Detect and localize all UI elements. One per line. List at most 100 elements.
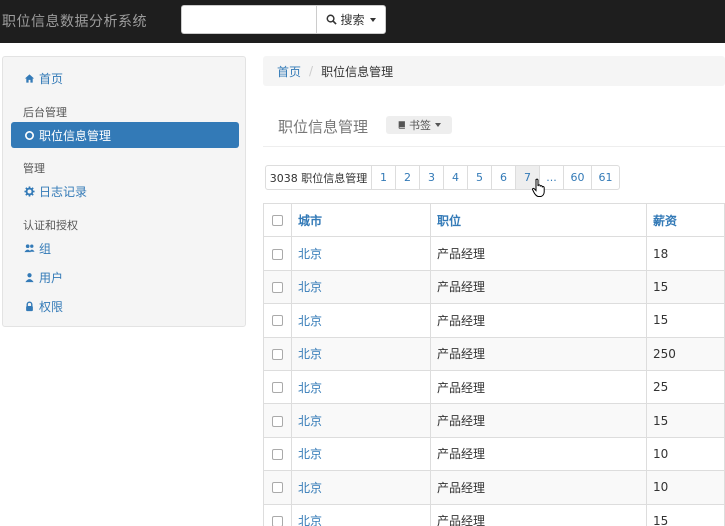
row-checkbox-cell: [263, 269, 292, 305]
user-icon: [23, 271, 35, 283]
page-link-60[interactable]: 60: [563, 166, 591, 189]
position-cell: 产品经理: [430, 369, 647, 405]
column-header-position[interactable]: 职位: [430, 202, 647, 238]
table-header-row: 城市 职位 薪资: [263, 202, 725, 238]
home-icon: [23, 72, 35, 84]
salary-cell: 10: [646, 470, 725, 505]
position-cell: 产品经理: [430, 269, 647, 305]
sidebar-item-label: 组: [39, 241, 52, 256]
lock-icon: [23, 300, 35, 312]
sidebar-item-label: 首页: [39, 71, 64, 86]
salary-cell: 25: [646, 369, 725, 405]
sidebar-item-groups[interactable]: 组: [11, 235, 239, 261]
sidebar-item-logs[interactable]: 日志记录: [11, 178, 239, 204]
app-title[interactable]: 职位信息数据分析系统: [2, 11, 147, 31]
sidebar: 首页 后台管理 职位信息管理 管理 日志记录 认证和授权 组 用户 权限: [2, 56, 246, 327]
table-row: 北京 产品经理 10: [263, 436, 725, 472]
sidebar-item-label: 用户: [39, 270, 64, 285]
result-count: 3038 职位信息管理: [269, 171, 368, 185]
divider: [263, 146, 725, 147]
position-cell: 产品经理: [430, 303, 647, 338]
search-button-label: 搜索: [340, 13, 365, 27]
salary-cell: 250: [646, 336, 725, 371]
city-cell[interactable]: 北京: [291, 236, 431, 271]
city-cell[interactable]: 北京: [291, 470, 431, 505]
row-checkbox[interactable]: [272, 281, 283, 293]
position-cell: 产品经理: [430, 336, 647, 371]
sidebar-section-header: 后台管理: [23, 106, 67, 119]
salary-cell: 15: [646, 503, 725, 526]
row-checkbox[interactable]: [272, 315, 283, 327]
sidebar-item-job-management[interactable]: 职位信息管理: [11, 122, 239, 148]
sidebar-item-permissions[interactable]: 权限: [11, 293, 239, 319]
row-checkbox-cell: [263, 403, 292, 438]
hand-cursor-icon: [531, 178, 545, 197]
salary-cell: 15: [646, 303, 725, 338]
row-checkbox[interactable]: [272, 482, 283, 494]
salary-cell: 18: [646, 236, 725, 271]
city-cell[interactable]: 北京: [291, 336, 431, 371]
city-cell[interactable]: 北京: [291, 303, 431, 338]
search-button[interactable]: 搜索: [316, 5, 386, 34]
top-navbar: 职位信息数据分析系统 搜索: [0, 0, 725, 43]
row-checkbox-cell: [263, 236, 292, 271]
page-link-2[interactable]: 2: [395, 166, 419, 189]
position-cell: 产品经理: [430, 470, 647, 505]
row-checkbox-cell: [263, 470, 292, 505]
row-checkbox[interactable]: [272, 448, 283, 460]
sidebar-item-label: 权限: [39, 299, 64, 314]
page-link-3[interactable]: 3: [419, 166, 443, 189]
city-cell[interactable]: 北京: [291, 436, 431, 472]
bookmark-button-label: 书签: [409, 119, 431, 132]
column-header-salary[interactable]: 薪资: [646, 202, 725, 238]
city-cell[interactable]: 北京: [291, 269, 431, 305]
row-checkbox-cell: [263, 336, 292, 371]
table-row: 北京 产品经理 15: [263, 403, 725, 438]
sidebar-item-users[interactable]: 用户: [11, 264, 239, 290]
table-row: 北京 产品经理 15: [263, 269, 725, 305]
breadcrumb-home-link[interactable]: 首页: [277, 63, 301, 80]
row-checkbox-cell: [263, 369, 292, 405]
row-checkbox[interactable]: [272, 515, 283, 526]
position-cell: 产品经理: [430, 436, 647, 472]
users-icon: [23, 242, 35, 254]
row-checkbox[interactable]: [272, 348, 283, 360]
city-cell[interactable]: 北京: [291, 503, 431, 526]
select-all-checkbox[interactable]: [272, 215, 283, 227]
breadcrumb: 首页 / 职位信息管理: [263, 56, 725, 86]
sidebar-item-label: 职位信息管理: [39, 128, 112, 143]
page-link-4[interactable]: 4: [443, 166, 467, 189]
sidebar-item-home[interactable]: 首页: [11, 65, 239, 91]
book-icon: [398, 121, 405, 129]
select-all-checkbox-cell: [263, 202, 292, 238]
breadcrumb-separator: /: [309, 64, 314, 78]
page-link-5[interactable]: 5: [467, 166, 491, 189]
city-cell[interactable]: 北京: [291, 369, 431, 405]
row-checkbox[interactable]: [272, 248, 283, 260]
city-cell[interactable]: 北京: [291, 403, 431, 438]
row-checkbox[interactable]: [272, 415, 283, 427]
sidebar-section-header: 管理: [23, 162, 45, 175]
bookmark-button[interactable]: 书签: [386, 116, 452, 134]
salary-cell: 10: [646, 436, 725, 472]
page-link-61[interactable]: 61: [591, 166, 619, 189]
position-cell: 产品经理: [430, 403, 647, 438]
row-checkbox[interactable]: [272, 382, 283, 394]
page-link-1[interactable]: 1: [371, 166, 395, 189]
table-row: 北京 产品经理 250: [263, 336, 725, 371]
row-checkbox-cell: [263, 303, 292, 338]
row-checkbox-cell: [263, 436, 292, 472]
job-table: 城市 职位 薪资 北京 产品经理 18 北京 产品经理 15 北京 产品经理 15 北京 产品…: [263, 202, 725, 526]
gear-icon: [23, 185, 35, 197]
salary-cell: 15: [646, 403, 725, 438]
sidebar-item-label: 日志记录: [39, 184, 88, 199]
row-checkbox-cell: [263, 503, 292, 526]
table-row: 北京 产品经理 18: [263, 236, 725, 271]
position-cell: 产品经理: [430, 236, 647, 271]
sidebar-section-header: 认证和授权: [23, 219, 78, 232]
search-input[interactable]: [181, 5, 316, 34]
pagination: 3038 职位信息管理 1 2 3 4 5 6 7 ... 60 61: [265, 165, 620, 190]
page-link-6[interactable]: 6: [491, 166, 515, 189]
column-header-city[interactable]: 城市: [291, 202, 431, 238]
caret-down-icon: [435, 123, 441, 127]
